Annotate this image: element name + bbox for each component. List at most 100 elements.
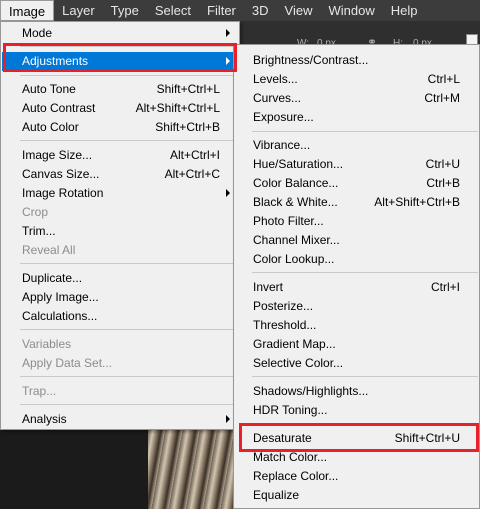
- menu-item-label: Gradient Map...: [253, 337, 336, 351]
- menu-separator: [20, 376, 236, 377]
- menu-item-label: Crop: [22, 205, 49, 219]
- menu-item-canvas-size[interactable]: Canvas Size... Alt+Ctrl+C: [2, 165, 238, 184]
- menu-separator: [252, 272, 478, 273]
- menu-item-label: Photo Filter...: [253, 214, 324, 228]
- menu-filter[interactable]: Filter: [199, 0, 244, 21]
- image-menu: Mode Adjustments Auto Tone Shift+Ctrl+L …: [0, 21, 240, 430]
- menu-item-threshold[interactable]: Threshold...: [235, 316, 478, 335]
- menu-item-trim[interactable]: Trim...: [2, 222, 238, 241]
- menu-3d[interactable]: 3D: [244, 0, 277, 21]
- menu-help[interactable]: Help: [383, 0, 426, 21]
- menu-view[interactable]: View: [277, 0, 321, 21]
- menu-item-gradient-map[interactable]: Gradient Map...: [235, 335, 478, 354]
- menu-item-duplicate[interactable]: Duplicate...: [2, 269, 238, 288]
- menu-item-label: Channel Mixer...: [253, 233, 340, 247]
- menu-item-shortcut: Shift+Ctrl+B: [155, 120, 220, 134]
- menu-item-mode[interactable]: Mode: [2, 24, 238, 43]
- menu-select[interactable]: Select: [147, 0, 199, 21]
- menu-item-label: Black & White...: [253, 195, 338, 209]
- menu-item-label: Duplicate...: [22, 271, 83, 285]
- menu-item-label: Curves...: [253, 91, 302, 105]
- menu-bar: Image Layer Type Select Filter 3D View W…: [0, 0, 480, 21]
- menu-item-apply-data-set: Apply Data Set...: [2, 354, 238, 373]
- menu-item-photo-filter[interactable]: Photo Filter...: [235, 212, 478, 231]
- menu-item-auto-tone[interactable]: Auto Tone Shift+Ctrl+L: [2, 80, 238, 99]
- menu-item-exposure[interactable]: Exposure...: [235, 108, 478, 127]
- menu-item-variables: Variables: [2, 335, 238, 354]
- menu-item-label: Auto Contrast: [22, 101, 96, 115]
- menu-item-shortcut: Ctrl+L: [427, 72, 460, 86]
- menu-item-selective-color[interactable]: Selective Color...: [235, 354, 478, 373]
- menu-item-shortcut: Alt+Ctrl+C: [164, 167, 220, 181]
- menu-item-apply-image[interactable]: Apply Image...: [2, 288, 238, 307]
- menu-item-brightness-contrast[interactable]: Brightness/Contrast...: [235, 51, 478, 70]
- menu-item-label: Image Rotation: [22, 186, 104, 200]
- menu-separator: [20, 329, 236, 330]
- menu-separator: [20, 75, 236, 76]
- menu-item-label: Analysis: [22, 412, 67, 426]
- menu-item-label: Equalize: [253, 488, 300, 502]
- menu-item-label: Canvas Size...: [22, 167, 100, 181]
- menu-item-label: Trap...: [22, 384, 57, 398]
- menu-item-hdr-toning[interactable]: HDR Toning...: [235, 401, 478, 420]
- menu-item-invert[interactable]: Invert Ctrl+I: [235, 278, 478, 297]
- menu-item-hue-saturation[interactable]: Hue/Saturation... Ctrl+U: [235, 155, 478, 174]
- menu-item-label: Vibrance...: [253, 138, 311, 152]
- menu-item-shortcut: Ctrl+U: [425, 157, 460, 171]
- menu-item-shortcut: Shift+Ctrl+L: [156, 82, 220, 96]
- menu-item-auto-color[interactable]: Auto Color Shift+Ctrl+B: [2, 118, 238, 137]
- menu-item-shadows-highlights[interactable]: Shadows/Highlights...: [235, 382, 478, 401]
- annotation-highlight-desaturate: [239, 423, 479, 452]
- menu-item-label: Calculations...: [22, 309, 98, 323]
- menu-image[interactable]: Image: [0, 0, 55, 21]
- submenu-arrow-icon: [226, 415, 230, 423]
- menu-item-label: Image Size...: [22, 148, 93, 162]
- menu-item-label: Auto Tone: [22, 82, 76, 96]
- menu-item-auto-contrast[interactable]: Auto Contrast Alt+Shift+Ctrl+L: [2, 99, 238, 118]
- menu-separator: [20, 404, 236, 405]
- menu-item-levels[interactable]: Levels... Ctrl+L: [235, 70, 478, 89]
- menu-separator: [20, 140, 236, 141]
- menu-item-label: Brightness/Contrast...: [253, 53, 369, 67]
- menu-item-color-balance[interactable]: Color Balance... Ctrl+B: [235, 174, 478, 193]
- submenu-arrow-icon: [226, 189, 230, 197]
- menu-item-label: Apply Image...: [22, 290, 99, 304]
- menu-item-analysis[interactable]: Analysis: [2, 410, 238, 429]
- menu-item-curves[interactable]: Curves... Ctrl+M: [235, 89, 478, 108]
- menu-item-label: Color Lookup...: [253, 252, 335, 266]
- menu-item-label: Selective Color...: [253, 356, 344, 370]
- menu-item-replace-color[interactable]: Replace Color...: [235, 467, 478, 486]
- menu-item-image-rotation[interactable]: Image Rotation: [2, 184, 238, 203]
- menu-item-label: Posterize...: [253, 299, 314, 313]
- menu-item-label: Invert: [253, 280, 284, 294]
- menu-item-label: Apply Data Set...: [22, 356, 113, 370]
- menu-separator: [252, 376, 478, 377]
- menu-item-label: Auto Color: [22, 120, 79, 134]
- menu-item-shortcut: Alt+Shift+Ctrl+B: [374, 195, 460, 209]
- menu-item-shortcut: Alt+Ctrl+I: [169, 148, 220, 162]
- menu-item-shortcut: Ctrl+B: [426, 176, 460, 190]
- menu-item-channel-mixer[interactable]: Channel Mixer...: [235, 231, 478, 250]
- menu-item-vibrance[interactable]: Vibrance...: [235, 136, 478, 155]
- menu-separator: [20, 263, 236, 264]
- submenu-arrow-icon: [226, 29, 230, 37]
- menu-item-shortcut: Ctrl+M: [424, 91, 460, 105]
- menu-item-color-lookup[interactable]: Color Lookup...: [235, 250, 478, 269]
- menu-item-label: Color Balance...: [253, 176, 339, 190]
- menu-item-label: Variables: [22, 337, 72, 351]
- menu-item-image-size[interactable]: Image Size... Alt+Ctrl+I: [2, 146, 238, 165]
- menu-item-black-white[interactable]: Black & White... Alt+Shift+Ctrl+B: [235, 193, 478, 212]
- menu-window[interactable]: Window: [320, 0, 382, 21]
- menu-item-calculations[interactable]: Calculations...: [2, 307, 238, 326]
- menu-item-shortcut: Ctrl+I: [430, 280, 460, 294]
- menu-item-label: Trim...: [22, 224, 56, 238]
- menu-item-label: Mode: [22, 26, 53, 40]
- menu-item-label: Replace Color...: [253, 469, 339, 483]
- menu-type[interactable]: Type: [103, 0, 147, 21]
- menu-item-posterize[interactable]: Posterize...: [235, 297, 478, 316]
- menu-item-label: Reveal All: [22, 243, 76, 257]
- menu-item-trap: Trap...: [2, 382, 238, 401]
- menu-item-shortcut: Alt+Shift+Ctrl+L: [135, 101, 220, 115]
- menu-layer[interactable]: Layer: [54, 0, 103, 21]
- menu-item-equalize[interactable]: Equalize: [235, 486, 478, 505]
